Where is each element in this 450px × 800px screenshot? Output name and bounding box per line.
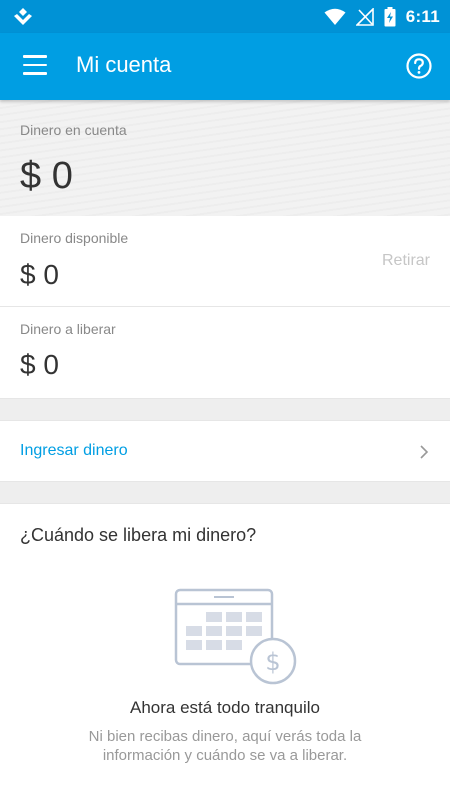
app-bar: Mi cuenta — [0, 33, 450, 100]
to-release-amount: $ 0 — [20, 349, 59, 380]
available-amount: $ 0 — [20, 259, 59, 290]
deposit-money-row[interactable]: Ingresar dinero — [0, 420, 450, 482]
deposit-money-label: Ingresar dinero — [20, 442, 128, 459]
available-money-section: Dinero disponible $ 0 Retirar — [0, 216, 450, 307]
empty-state-title: Ahora está todo tranquilo — [130, 698, 320, 717]
money-to-release-section: Dinero a liberar $ 0 — [0, 307, 450, 399]
release-info-section: ¿Cuándo se libera mi dinero? $ Ahora est… — [0, 503, 450, 800]
chevron-right-icon — [420, 445, 429, 459]
status-bar: 6:11 — [0, 0, 450, 33]
account-balance-section: Dinero en cuenta $ 0 — [0, 100, 450, 216]
balance-amount: $ 0 — [20, 155, 73, 197]
menu-icon[interactable] — [23, 55, 47, 75]
battery-charging-icon — [384, 7, 396, 27]
app-logo-icon — [14, 8, 32, 25]
help-icon[interactable] — [406, 53, 432, 79]
page-title: Mi cuenta — [76, 52, 172, 77]
status-time: 6:11 — [405, 7, 440, 26]
system-icons: 6:11 — [324, 6, 440, 28]
wifi-icon — [324, 8, 346, 25]
no-signal-icon — [355, 8, 374, 26]
balance-label: Dinero en cuenta — [20, 122, 127, 138]
calendar-money-icon: $ — [174, 588, 297, 685]
withdraw-button[interactable]: Retirar — [382, 252, 430, 270]
release-info-heading: ¿Cuándo se libera mi dinero? — [20, 525, 257, 545]
available-label: Dinero disponible — [20, 230, 129, 246]
to-release-label: Dinero a liberar — [20, 321, 116, 337]
svg-text:$: $ — [265, 648, 280, 676]
empty-state-description: Ni bien recibas dinero, aquí verás toda … — [88, 728, 362, 764]
